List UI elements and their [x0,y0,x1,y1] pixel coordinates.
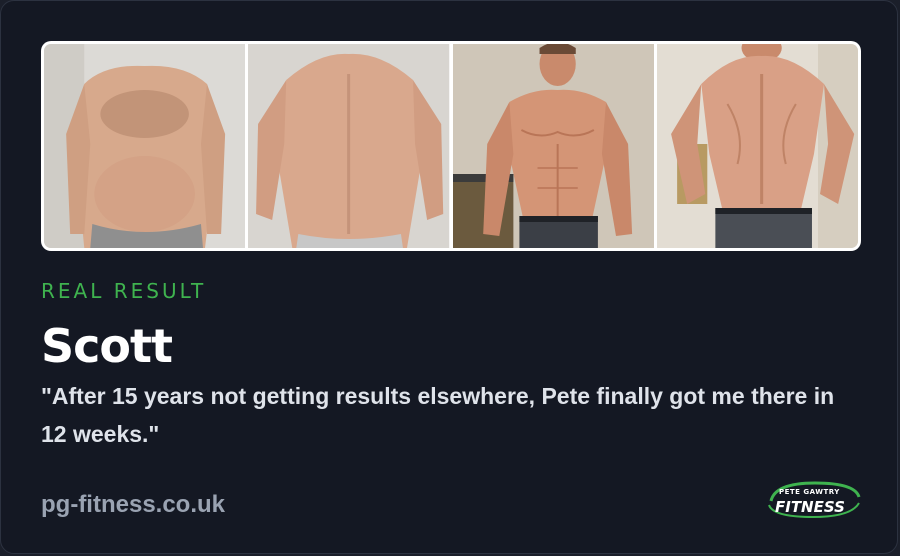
before-after-photo-strip [41,41,861,251]
before-back-photo [248,44,450,248]
before-front-photo [44,44,246,248]
result-eyebrow: REAL RESULT [41,279,207,303]
brand-logo: PETE GAWTRY FITNESS [765,479,863,521]
after-front-photo [452,44,654,248]
website-link[interactable]: pg-fitness.co.uk [41,491,225,519]
testimonial-quote: "After 15 years not getting results else… [41,383,835,447]
client-name: Scott [41,319,173,373]
testimonial-card: REAL RESULT Scott "After 15 years not ge… [0,0,898,554]
logo-bottom-text: FITNESS [775,498,845,516]
logo-top-text: PETE GAWTRY [779,488,840,496]
after-back-photo [656,44,858,248]
